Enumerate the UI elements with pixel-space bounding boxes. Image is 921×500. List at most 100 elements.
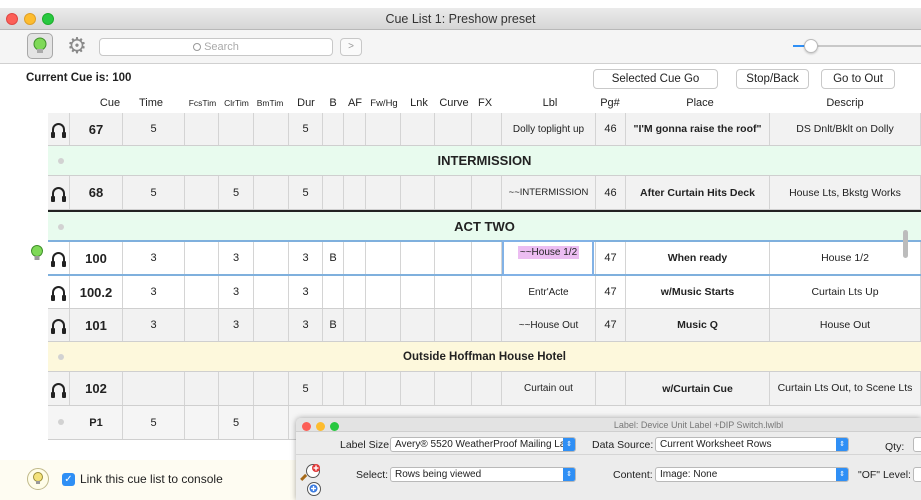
lightbulb-toggle-button[interactable] <box>27 33 53 59</box>
col-fwhg[interactable]: Fw/Hg <box>367 98 401 109</box>
label-zoom-button[interactable] <box>330 422 339 431</box>
dur-cell: 5 <box>289 372 323 405</box>
label-minimize-button[interactable] <box>316 422 325 431</box>
chevron-updown-icon: ⇕ <box>563 468 575 481</box>
label-size-value: Avery® 5520 WeatherProof Mailing Labels <box>395 439 576 450</box>
lbl-cell: Entr'Acte <box>502 276 596 308</box>
search-placeholder: Search <box>204 41 239 53</box>
col-bmtim[interactable]: BmTim <box>252 98 288 108</box>
headphones-icon[interactable] <box>48 309 70 341</box>
zoom-in-icon <box>312 464 320 472</box>
window-title: Cue List 1: Preshow preset <box>385 12 536 26</box>
col-clrtim[interactable]: ClrTim <box>219 98 254 108</box>
search-input[interactable]: Search <box>99 38 333 56</box>
descrip-cell: House 1/2 <box>770 242 921 274</box>
fcstim-cell <box>185 242 219 274</box>
row-dot <box>58 419 64 425</box>
stop-back-button[interactable]: Stop/Back <box>736 69 809 89</box>
vertical-scrollbar-thumb[interactable] <box>903 230 908 258</box>
clrtim-cell: 5 <box>219 406 254 439</box>
selected-cue-go-button[interactable]: Selected Cue Go <box>593 69 718 89</box>
descrip-cell: Curtain Lts Up <box>770 276 921 308</box>
lightbulb-icon[interactable] <box>27 468 49 490</box>
col-lbl[interactable]: Lbl <box>530 97 570 109</box>
col-place[interactable]: Place <box>670 97 730 109</box>
qty-field[interactable] <box>913 437 921 452</box>
col-lnk[interactable]: Lnk <box>402 97 436 109</box>
descrip-cell: House Lts, Bkstg Works <box>770 176 921 209</box>
col-pg[interactable]: Pg# <box>595 97 625 109</box>
clrtim-cell <box>219 372 254 405</box>
chevron-updown-icon: ⇕ <box>836 438 848 451</box>
label-window-divider <box>296 454 921 455</box>
qty-label: Qty: <box>885 441 905 453</box>
b-cell <box>323 372 344 405</box>
data-source-select[interactable]: Current Worksheet Rows ⇕ <box>655 437 849 452</box>
time-cell: 5 <box>123 406 185 439</box>
minimize-button[interactable] <box>24 13 36 25</box>
section-row-outside-hoffman[interactable]: Outside Hoffman House Hotel <box>48 342 921 372</box>
af-cell <box>344 372 366 405</box>
lnk-cell <box>401 276 435 308</box>
af-cell <box>344 276 366 308</box>
table-row-100-2[interactable]: 100.2 3 3 3 Entr'Acte 47 w/Music Starts … <box>48 276 921 309</box>
table-row-100[interactable]: 100 3 3 3 B ~~House 1/2 47 When ready Ho… <box>48 240 921 276</box>
cue-list-window: Cue List 1: Preshow preset ⚙ Search > Cu… <box>0 0 921 500</box>
col-fx[interactable]: FX <box>472 97 498 109</box>
col-af[interactable]: AF <box>344 97 366 109</box>
section-title: Outside Hoffman House Hotel <box>403 350 566 363</box>
headphones-icon[interactable] <box>48 372 70 405</box>
add-icon[interactable] <box>307 482 321 496</box>
section-row-intermission[interactable]: INTERMISSION <box>48 146 921 176</box>
of-level-field[interactable] <box>913 467 921 482</box>
pg-cell: 46 <box>596 176 626 209</box>
headphones-icon[interactable] <box>48 276 70 308</box>
link-console-label: Link this cue list to console <box>80 472 223 486</box>
label-size-select[interactable]: Avery® 5520 WeatherProof Mailing Labels ⇕ <box>390 437 576 452</box>
dur-cell: 3 <box>289 242 323 274</box>
fx-cell <box>472 372 502 405</box>
link-console-checkbox[interactable]: ✓ <box>62 473 75 486</box>
headphones-icon[interactable] <box>48 113 70 145</box>
descrip-cell: House Out <box>770 309 921 341</box>
col-cue[interactable]: Cue <box>85 97 135 109</box>
col-descrip[interactable]: Descrip <box>810 97 880 109</box>
content-dropdown[interactable]: Image: None ⇕ <box>655 467 849 482</box>
gear-icon[interactable]: ⚙ <box>66 35 88 57</box>
b-cell <box>323 276 344 308</box>
b-cell: B <box>323 309 344 341</box>
headphones-icon[interactable] <box>48 242 70 274</box>
col-fcstim[interactable]: FcsTim <box>185 98 220 108</box>
time-cell: 3 <box>123 242 185 274</box>
fwhg-cell <box>366 309 401 341</box>
search-go-button[interactable]: > <box>340 38 362 56</box>
data-source-value: Current Worksheet Rows <box>660 439 772 450</box>
section-row-act-two[interactable]: ACT TWO <box>48 210 921 242</box>
table-row-67[interactable]: 67 5 5 Dolly toplight up 46 "I'M gonna r… <box>48 113 921 146</box>
curve-cell <box>435 242 472 274</box>
cue-number: 102 <box>70 372 123 405</box>
col-time[interactable]: Time <box>131 97 171 109</box>
b-cell <box>323 176 344 209</box>
select-dropdown[interactable]: Rows being viewed ⇕ <box>390 467 576 482</box>
table-row-101[interactable]: 101 3 3 3 B ~~House Out 47 Music Q House… <box>48 309 921 342</box>
headphones-icon[interactable] <box>48 176 70 209</box>
zoom-button[interactable] <box>42 13 54 25</box>
label-close-button[interactable] <box>302 422 311 431</box>
col-dur[interactable]: Dur <box>293 97 319 109</box>
af-cell <box>344 242 366 274</box>
go-to-out-button[interactable]: Go to Out <box>821 69 895 89</box>
fwhg-cell <box>366 276 401 308</box>
descrip-cell: DS Dnlt/Bklt on Dolly <box>770 113 921 145</box>
table-row-68[interactable]: 68 5 5 5 ~~INTERMISSION 46 After Curtain… <box>48 176 921 210</box>
zoom-slider-knob[interactable] <box>804 39 818 53</box>
col-curve[interactable]: Curve <box>434 97 474 109</box>
fx-cell <box>472 242 502 274</box>
table-row-102[interactable]: 102 5 Curtain out w/Curtain Cue Curtain … <box>48 372 921 406</box>
close-button[interactable] <box>6 13 18 25</box>
col-b[interactable]: B <box>324 97 342 109</box>
fcstim-cell <box>185 113 219 145</box>
clrtim-cell: 3 <box>219 309 254 341</box>
time-cell: 5 <box>123 176 185 209</box>
search-icon <box>193 43 202 51</box>
